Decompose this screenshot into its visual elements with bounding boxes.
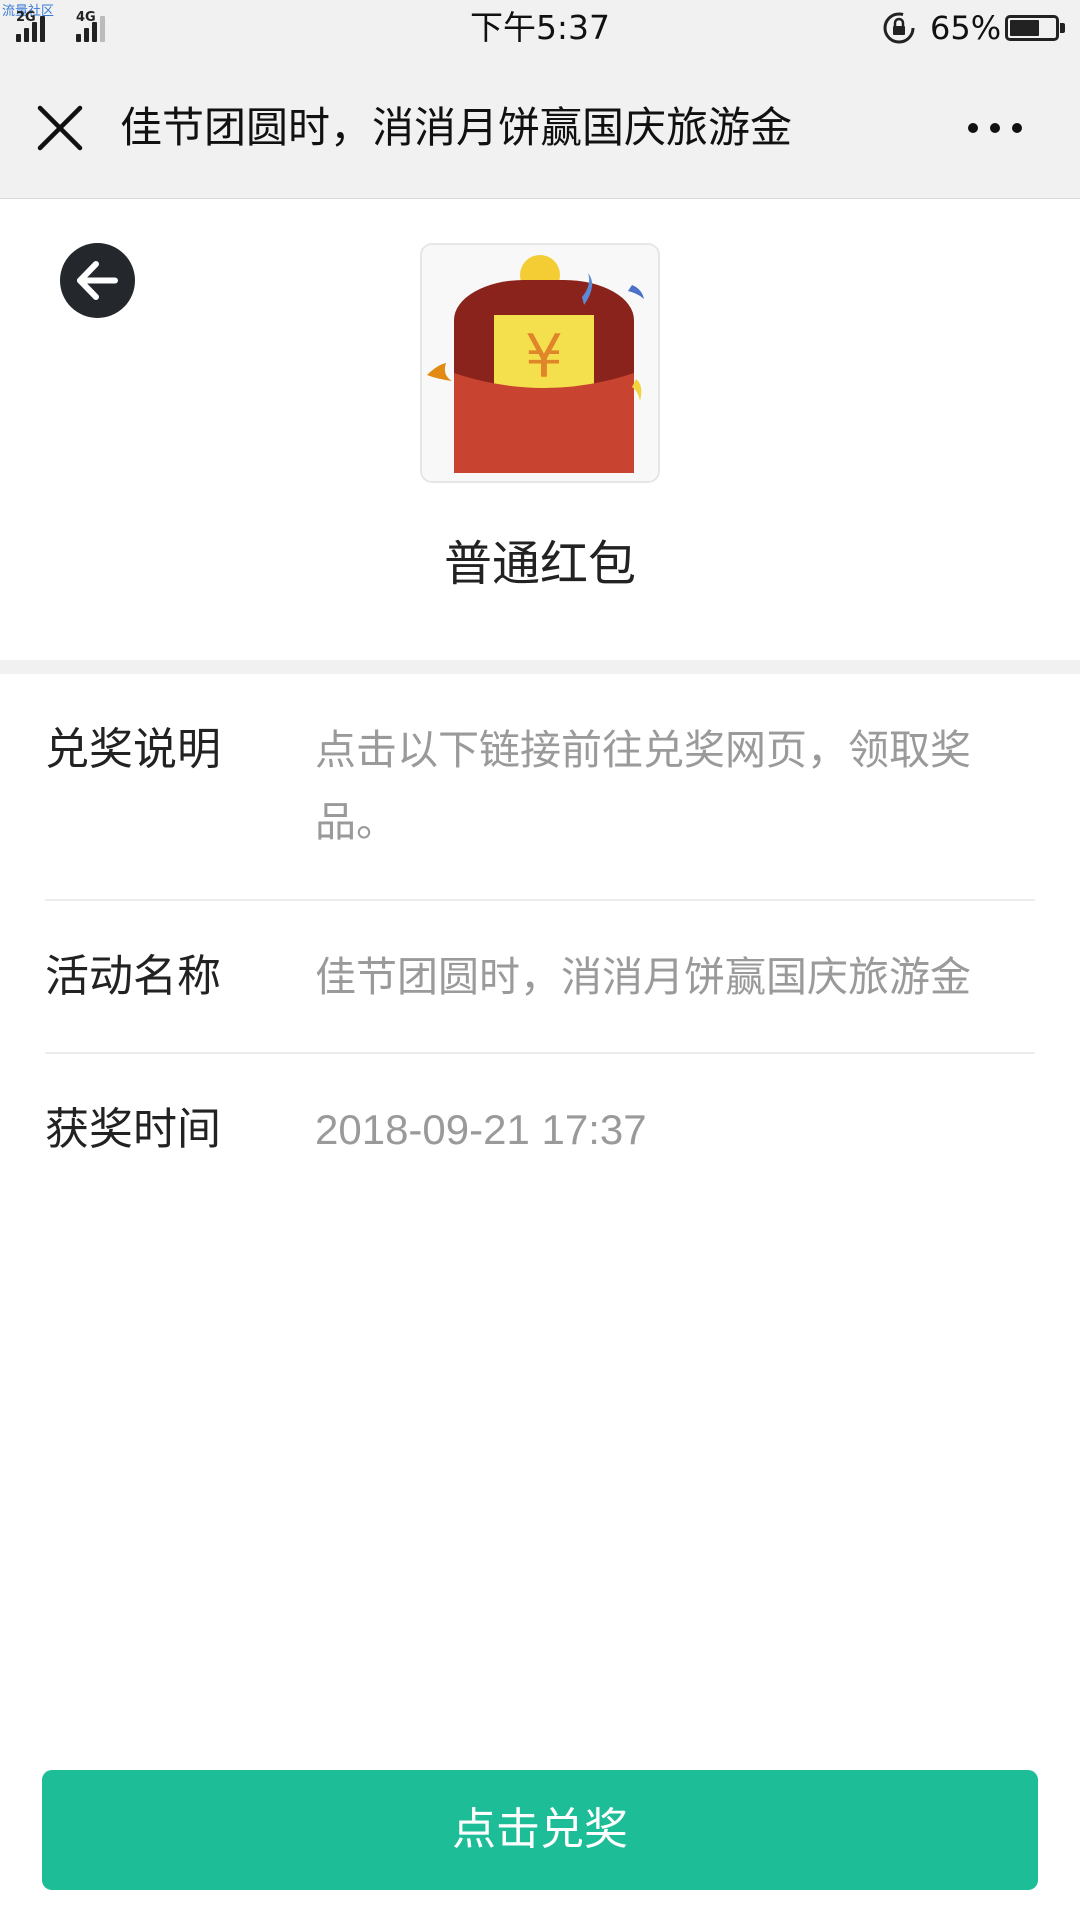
more-button[interactable]: [955, 98, 1035, 158]
red-envelope-icon: ¥: [427, 255, 644, 473]
rotation-lock-icon: [883, 12, 915, 44]
info-row-description: 兑奖说明 点击以下链接前往兑奖网页，领取奖品。: [45, 674, 1035, 901]
more-icon: [968, 123, 1022, 133]
nav-bar: 佳节团圆时，消消月饼赢国庆旅游金: [0, 56, 1080, 199]
battery-icon: [1005, 15, 1065, 41]
activity-label: 活动名称: [45, 951, 221, 1002]
award-time-label: 获奖时间: [45, 1104, 221, 1155]
prize-info-list: 兑奖说明 点击以下链接前往兑奖网页，领取奖品。 活动名称 佳节团圆时，消消月饼赢…: [45, 674, 1035, 1204]
award-time-value: 2018-09-21 17:37: [315, 1106, 647, 1153]
description-value: 点击以下链接前往兑奖网页，领取奖品。: [315, 726, 971, 846]
prize-name: 普通红包: [443, 536, 636, 592]
status-time: 下午5:37: [469, 8, 611, 47]
prize-header: ¥ 普通红包: [0, 200, 1080, 660]
arrow-left-icon: [77, 261, 118, 300]
close-icon: [37, 105, 83, 151]
page-title: 佳节团圆时，消消月饼赢国庆旅游金: [120, 103, 793, 152]
info-row-time: 获奖时间 2018-09-21 17:37: [45, 1054, 1035, 1204]
back-button[interactable]: [60, 243, 135, 318]
battery-tip: [1060, 23, 1065, 33]
description-label: 兑奖说明: [45, 724, 221, 775]
section-divider: [0, 660, 1080, 674]
activity-value: 佳节团圆时，消消月饼赢国庆旅游金: [315, 953, 971, 1001]
currency-symbol: ¥: [525, 322, 563, 392]
prize-image: ¥: [420, 243, 660, 483]
battery-fill: [1010, 20, 1039, 36]
battery-percent: 65%: [930, 9, 1002, 47]
info-row-activity: 活动名称 佳节团圆时，消消月饼赢国庆旅游金: [45, 901, 1035, 1054]
status-bar: 流量社区 2G 4G 下午5:37 65%: [0, 0, 1080, 56]
redeem-button[interactable]: 点击兑奖: [42, 1770, 1038, 1890]
close-button[interactable]: [30, 98, 90, 158]
